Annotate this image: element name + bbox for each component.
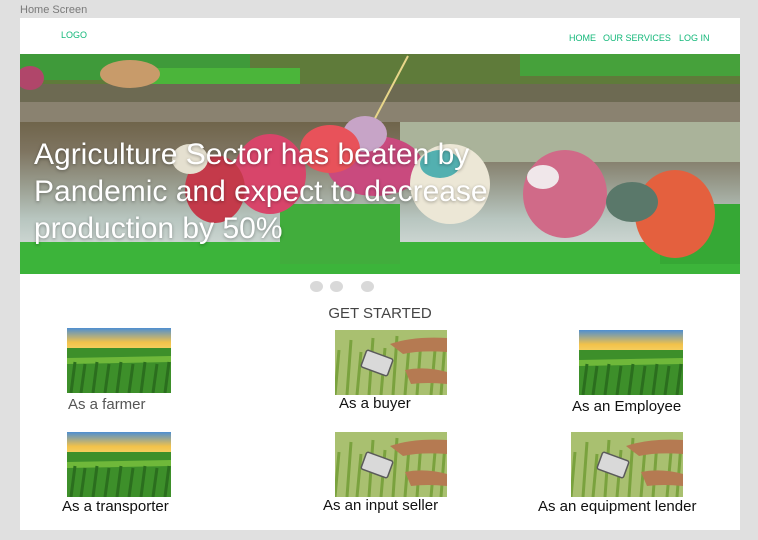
logo[interactable]: LOGO xyxy=(61,30,87,40)
carousel-dot-3[interactable] xyxy=(361,281,374,292)
option-label: As a farmer xyxy=(68,396,146,413)
home-page: LOGO HOME OUR SERVICES LOG IN Agricultur… xyxy=(20,18,740,530)
nav-home-link[interactable]: HOME xyxy=(569,33,596,43)
carousel-dot-2[interactable] xyxy=(330,281,343,292)
nav-services-link[interactable]: OUR SERVICES xyxy=(603,33,671,43)
option-label: As an input seller xyxy=(323,497,439,514)
crop-field-image xyxy=(67,328,171,393)
nav-login-link[interactable]: LOG IN xyxy=(679,33,710,43)
carousel-dots xyxy=(20,281,740,293)
carousel-dot-1[interactable] xyxy=(310,281,323,292)
crop-field-image xyxy=(579,330,683,395)
tablet-field-image xyxy=(335,330,447,395)
hero-banner[interactable]: Agriculture Sector has beaten by Pandemi… xyxy=(20,54,740,274)
get-started-heading: GET STARTED xyxy=(328,305,432,322)
option-label: As a buyer xyxy=(339,395,411,412)
hero-title: Agriculture Sector has beaten by Pandemi… xyxy=(34,138,488,245)
tablet-field-image xyxy=(335,432,447,497)
option-label: As an equipment lender xyxy=(538,498,697,515)
option-label: As a transporter xyxy=(62,498,169,515)
option-label: As an Employee xyxy=(572,398,682,415)
tablet-field-image xyxy=(571,432,683,497)
frame-label: Home Screen xyxy=(20,4,88,16)
crop-field-image xyxy=(67,432,171,497)
